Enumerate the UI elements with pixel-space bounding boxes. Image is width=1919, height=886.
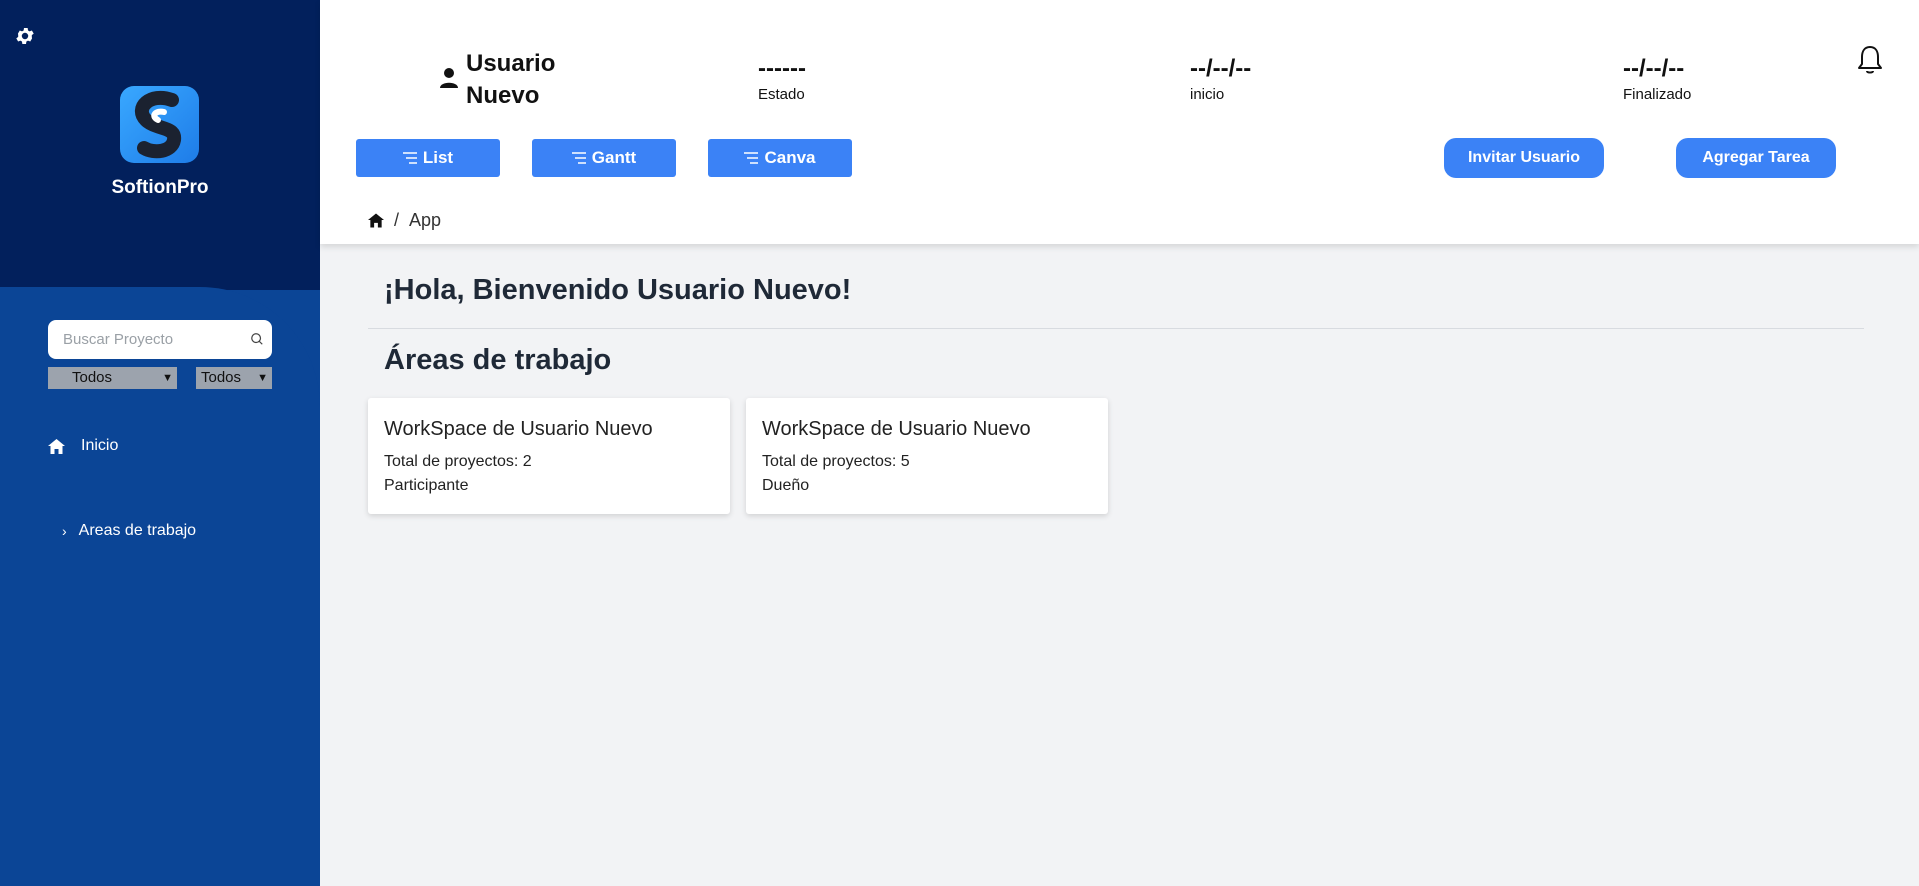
- user-info: Usuario Nuevo: [440, 48, 576, 112]
- status-value: ------: [758, 55, 806, 82]
- workspace-role: Dueño: [762, 477, 810, 494]
- start-date-value: --/--/--: [1190, 55, 1252, 82]
- project-status: ------ Estado: [758, 54, 806, 103]
- search-input[interactable]: [63, 331, 243, 348]
- status-label: Estado: [758, 86, 805, 103]
- chevron-down-icon: ▼: [257, 372, 268, 384]
- breadcrumb-separator: /: [394, 210, 400, 230]
- invite-user-button[interactable]: Invitar Usuario: [1444, 138, 1604, 178]
- filter-select-1[interactable]: Todos ▼: [48, 367, 177, 389]
- chevron-right-icon: ›: [62, 523, 67, 539]
- end-date-label: Finalizado: [1623, 86, 1692, 103]
- sidebar-item-inicio[interactable]: Inicio: [48, 435, 118, 457]
- end-date-value: --/--/--: [1623, 55, 1685, 82]
- sidebar-item-label: Inicio: [81, 437, 119, 454]
- canva-view-label: Canva: [764, 148, 816, 167]
- workspace-card[interactable]: WorkSpace de Usuario Nuevo Total de proy…: [746, 398, 1108, 514]
- search-icon[interactable]: [250, 332, 264, 346]
- gantt-view-label: Gantt: [591, 148, 637, 167]
- breadcrumb-current: App: [409, 210, 442, 230]
- sidebar: SoftionPro Todos ▼ Todos ▼ Inicio › Area…: [0, 0, 320, 886]
- start-date-label: inicio: [1190, 86, 1225, 103]
- menu-lines-icon: [744, 152, 759, 164]
- workspace-title: WorkSpace de Usuario Nuevo: [762, 418, 1031, 440]
- project-search[interactable]: [48, 320, 272, 359]
- top-header: Usuario Nuevo ------ Estado --/--/-- ini…: [320, 0, 1919, 244]
- softionpro-logo: [120, 86, 199, 163]
- welcome-heading: ¡Hola, Bienvenido Usuario Nuevo!: [384, 274, 852, 306]
- workspaces-heading: Áreas de trabajo: [384, 344, 612, 376]
- user-name: Usuario Nuevo: [466, 50, 556, 109]
- list-view-button[interactable]: List: [356, 139, 500, 177]
- home-icon: [48, 438, 65, 454]
- filter-select-2-value: Todos: [201, 369, 242, 386]
- list-view-label: List: [422, 148, 454, 167]
- sidebar-item-areas[interactable]: › Areas de trabajo: [62, 520, 196, 542]
- workspace-project-count: Total de proyectos: 2: [384, 453, 532, 470]
- gantt-view-button[interactable]: Gantt: [532, 139, 676, 177]
- workspace-title: WorkSpace de Usuario Nuevo: [384, 418, 653, 440]
- workspace-card[interactable]: WorkSpace de Usuario Nuevo Total de proy…: [368, 398, 730, 514]
- gear-icon[interactable]: [14, 25, 36, 47]
- breadcrumb: / App: [368, 210, 441, 231]
- menu-lines-icon: [571, 152, 586, 164]
- home-icon[interactable]: [368, 213, 384, 228]
- user-icon: [440, 68, 458, 88]
- add-task-button[interactable]: Agregar Tarea: [1676, 138, 1836, 178]
- bell-icon[interactable]: [1857, 45, 1883, 75]
- menu-lines-icon: [402, 152, 417, 164]
- canva-view-button[interactable]: Canva: [708, 139, 852, 177]
- filter-select-2[interactable]: Todos ▼: [196, 367, 272, 389]
- divider: [368, 328, 1864, 329]
- project-end: --/--/-- Finalizado: [1623, 54, 1691, 103]
- brand-name: SoftionPro: [111, 177, 209, 198]
- workspace-project-count: Total de proyectos: 5: [762, 453, 910, 470]
- workspace-role: Participante: [384, 477, 469, 494]
- filter-select-1-value: Todos: [72, 369, 113, 386]
- project-start: --/--/-- inicio: [1190, 54, 1251, 103]
- sidebar-item-label: Areas de trabajo: [78, 522, 197, 539]
- chevron-down-icon: ▼: [162, 372, 173, 384]
